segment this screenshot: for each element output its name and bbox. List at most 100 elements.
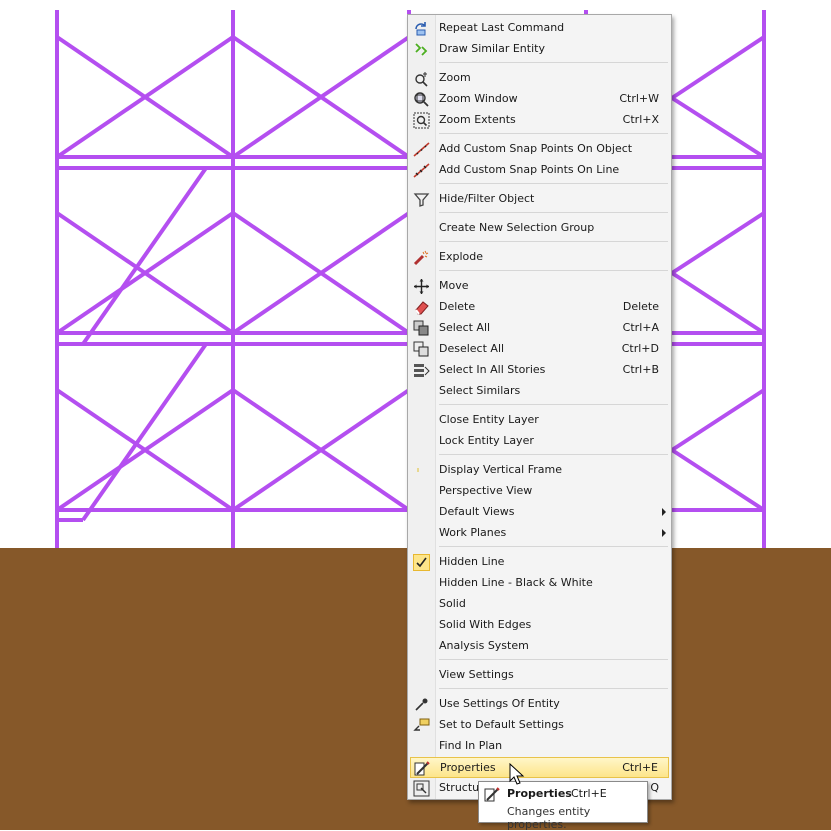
menu-item-close-entity-layer[interactable]: Close Entity Layer bbox=[408, 410, 671, 431]
explode-icon bbox=[413, 250, 429, 266]
select-stories-icon bbox=[414, 364, 430, 377]
menu-separator bbox=[439, 62, 668, 63]
menu-separator bbox=[439, 241, 668, 242]
menu-item-label: View Settings bbox=[439, 668, 514, 681]
menu-item-label: Solid bbox=[439, 597, 466, 610]
menu-item-move[interactable]: Move bbox=[408, 276, 671, 297]
menu-item-label: Explode bbox=[439, 250, 483, 263]
submenu-arrow-icon bbox=[662, 508, 666, 516]
menu-item-label: Zoom bbox=[439, 71, 471, 84]
menu-item-lock-entity-layer[interactable]: Lock Entity Layer bbox=[408, 431, 671, 452]
menu-item-hide-filter-object[interactable]: Hide/Filter Object bbox=[408, 189, 671, 210]
menu-item-work-planes[interactable]: Work Planes bbox=[408, 523, 671, 544]
properties-tooltip: Properties Ctrl+E Changes entity propert… bbox=[478, 781, 648, 831]
menu-item-use-settings-of-entity[interactable]: Use Settings Of Entity bbox=[408, 694, 671, 715]
properties-icon bbox=[484, 787, 500, 802]
menu-item-zoom-extents[interactable]: Zoom Extents Ctrl+X bbox=[408, 110, 671, 131]
menu-separator bbox=[439, 270, 668, 271]
menu-item-select-similars[interactable]: Select Similars bbox=[408, 381, 671, 402]
structure-icon bbox=[413, 780, 430, 797]
menu-item-solid[interactable]: Solid bbox=[408, 594, 671, 615]
zoom-icon bbox=[415, 72, 428, 87]
menu-item-label: Select Similars bbox=[439, 384, 521, 397]
vertical-frame-icon bbox=[417, 468, 419, 472]
menu-item-label: Properties bbox=[440, 761, 496, 774]
default-settings-icon bbox=[413, 718, 430, 731]
menu-item-shortcut: Ctrl+D bbox=[621, 342, 659, 355]
checkmark-icon bbox=[413, 554, 430, 571]
menu-item-set-default-settings[interactable]: Set to Default Settings bbox=[408, 715, 671, 736]
snap-object-icon bbox=[413, 142, 430, 157]
menu-item-select-all[interactable]: Select All Ctrl+A bbox=[408, 318, 671, 339]
menu-item-add-snap-points-object[interactable]: Add Custom Snap Points On Object bbox=[408, 139, 671, 160]
tooltip-description: Changes entity properties. bbox=[507, 805, 591, 831]
tooltip-shortcut: Ctrl+E bbox=[571, 787, 607, 800]
menu-item-label: Analysis System bbox=[439, 639, 529, 652]
menu-item-properties[interactable]: Properties Ctrl+E bbox=[410, 757, 669, 778]
menu-item-find-in-plan[interactable]: Find In Plan bbox=[408, 736, 671, 757]
menu-item-label: Work Planes bbox=[439, 526, 507, 539]
menu-item-hidden-line-bw[interactable]: Hidden Line - Black & White bbox=[408, 573, 671, 594]
menu-item-draw-similar-entity[interactable]: Draw Similar Entity bbox=[408, 39, 671, 60]
menu-item-label: Repeat Last Command bbox=[439, 21, 565, 34]
menu-separator bbox=[439, 133, 668, 134]
move-icon bbox=[414, 279, 429, 294]
menu-item-add-snap-points-line[interactable]: Add Custom Snap Points On Line bbox=[408, 160, 671, 181]
menu-separator bbox=[439, 454, 668, 455]
menu-item-shortcut: Delete bbox=[622, 300, 659, 313]
menu-item-label: Perspective View bbox=[439, 484, 533, 497]
deselect-all-icon bbox=[413, 341, 429, 357]
select-all-icon bbox=[413, 320, 429, 336]
submenu-arrow-icon bbox=[662, 529, 666, 537]
menu-item-shortcut: Ctrl+W bbox=[619, 92, 659, 105]
menu-item-label: Close Entity Layer bbox=[439, 413, 539, 426]
menu-separator bbox=[439, 688, 668, 689]
menu-item-shortcut: Ctrl+B bbox=[622, 363, 659, 376]
menu-item-perspective-view[interactable]: Perspective View bbox=[408, 481, 671, 502]
menu-item-display-vertical-frame[interactable]: Display Vertical Frame bbox=[408, 460, 671, 481]
repeat-icon bbox=[415, 22, 426, 36]
mouse-cursor-icon bbox=[509, 763, 525, 785]
eraser-icon bbox=[415, 301, 429, 315]
menu-item-shortcut: Ctrl+X bbox=[622, 113, 659, 126]
menu-item-default-views[interactable]: Default Views bbox=[408, 502, 671, 523]
menu-item-label: Add Custom Snap Points On Line bbox=[439, 163, 620, 176]
menu-separator bbox=[439, 404, 668, 405]
menu-item-label: Set to Default Settings bbox=[439, 718, 564, 731]
menu-item-select-in-all-stories[interactable]: Select In All Stories Ctrl+B bbox=[408, 360, 671, 381]
menu-item-explode[interactable]: Explode bbox=[408, 247, 671, 268]
filter-icon bbox=[413, 193, 430, 207]
eyedropper-icon bbox=[415, 698, 428, 711]
menu-item-zoom-window[interactable]: Zoom Window Ctrl+W bbox=[408, 89, 671, 110]
menu-item-shortcut: Ctrl+A bbox=[622, 321, 659, 334]
menu-item-deselect-all[interactable]: Deselect All Ctrl+D bbox=[408, 339, 671, 360]
menu-item-label: Zoom Window bbox=[439, 92, 518, 105]
draw-similar-icon bbox=[415, 43, 428, 56]
menu-item-view-settings[interactable]: View Settings bbox=[408, 665, 671, 686]
menu-item-label: Hide/Filter Object bbox=[439, 192, 535, 205]
menu-item-zoom[interactable]: Zoom bbox=[408, 68, 671, 89]
menu-separator bbox=[439, 546, 668, 547]
menu-item-label: Structu bbox=[439, 781, 480, 794]
menu-item-label: Select All bbox=[439, 321, 491, 334]
menu-item-label: Solid With Edges bbox=[439, 618, 532, 631]
menu-item-repeat-last-command[interactable]: Repeat Last Command bbox=[408, 18, 671, 39]
menu-item-hidden-line[interactable]: Hidden Line bbox=[408, 552, 671, 573]
menu-item-label: Default Views bbox=[439, 505, 515, 518]
menu-item-shortcut: Ctrl+E bbox=[622, 761, 658, 774]
menu-item-solid-with-edges[interactable]: Solid With Edges bbox=[408, 615, 671, 636]
menu-item-label: Select In All Stories bbox=[439, 363, 546, 376]
menu-item-label: Find In Plan bbox=[439, 739, 503, 752]
menu-item-label: Deselect All bbox=[439, 342, 505, 355]
menu-item-label: Add Custom Snap Points On Object bbox=[439, 142, 633, 155]
zoom-extents-icon bbox=[413, 112, 430, 129]
menu-item-create-selection-group[interactable]: Create New Selection Group bbox=[408, 218, 671, 239]
menu-item-label: Lock Entity Layer bbox=[439, 434, 534, 447]
menu-separator bbox=[439, 183, 668, 184]
menu-item-delete[interactable]: Delete Delete bbox=[408, 297, 671, 318]
menu-item-label: Zoom Extents bbox=[439, 113, 516, 126]
menu-item-analysis-system[interactable]: Analysis System bbox=[408, 636, 671, 657]
menu-separator bbox=[439, 212, 668, 213]
menu-item-label: Create New Selection Group bbox=[439, 221, 595, 234]
menu-item-label: Draw Similar Entity bbox=[439, 42, 545, 55]
